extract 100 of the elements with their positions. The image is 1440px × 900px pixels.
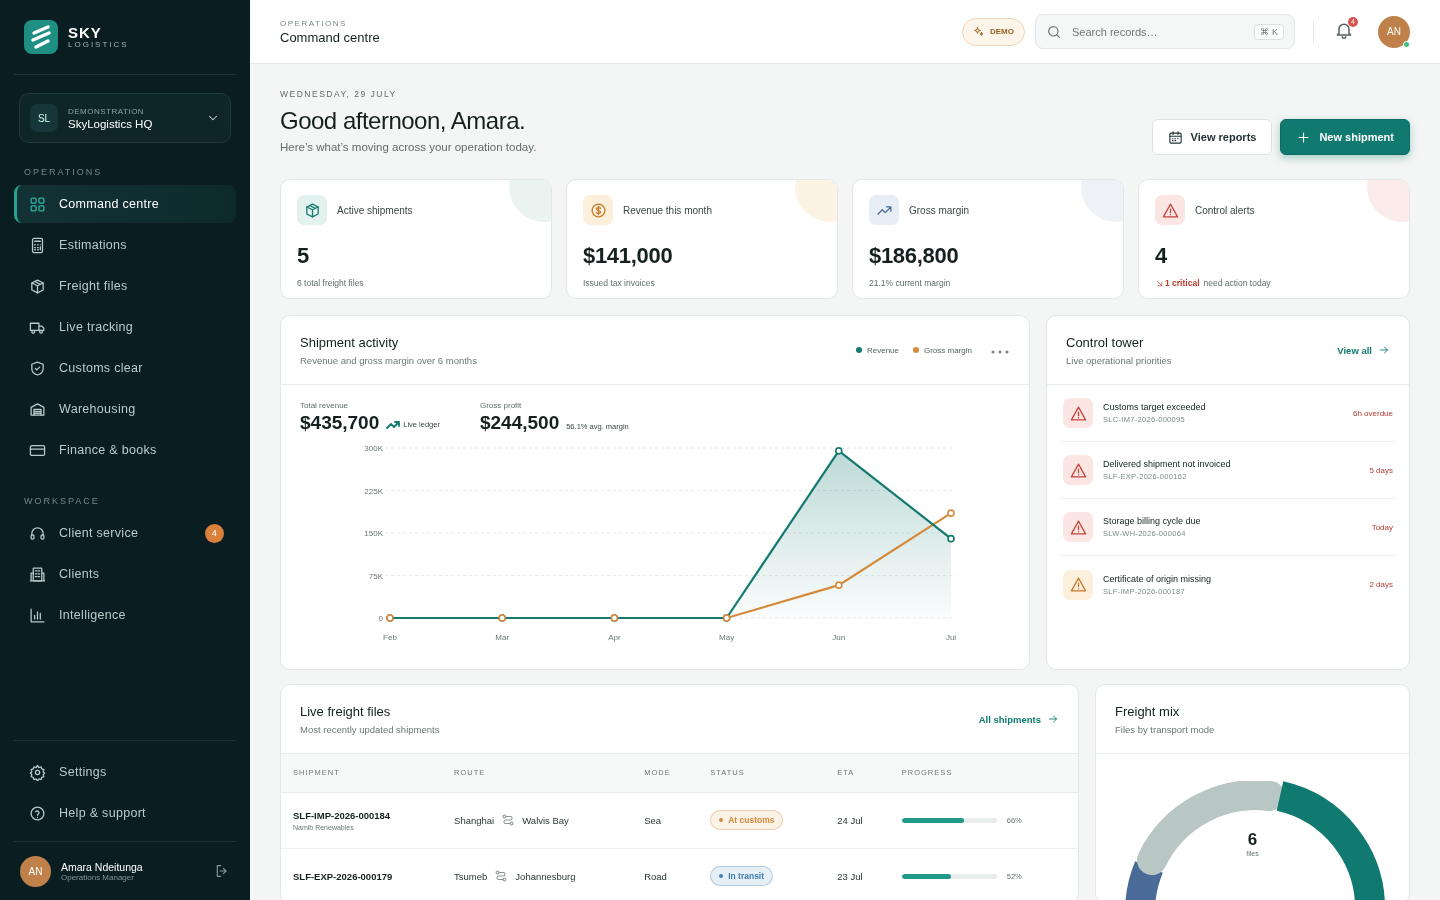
kpi-label: Active shipments [337, 204, 413, 216]
workspace-label: DEMONSTRATION [68, 106, 146, 116]
shield-check-icon [29, 359, 46, 377]
alert-title: Storage billing cycle due [1103, 516, 1202, 526]
kpi-label: Gross margin [909, 204, 969, 216]
nav-item[interactable]: Customs clear [14, 349, 236, 387]
axis-label: Jul [945, 633, 957, 642]
calendar-icon [1167, 129, 1183, 145]
alert-title: Delivered shipment not invoiced [1103, 459, 1232, 469]
help-icon [29, 804, 46, 822]
nav-item[interactable]: Settings [14, 753, 236, 791]
alert-title: Customs target exceeded [1103, 402, 1207, 412]
alert-due: 2 days [1369, 580, 1393, 589]
workspace-switcher[interactable]: SL DEMONSTRATION SkyLogistics HQ [19, 93, 231, 143]
stat-value: $435,700 [300, 412, 380, 434]
box-icon [303, 201, 321, 219]
arrow-right-icon [1378, 344, 1390, 356]
kpi-label: Control alerts [1195, 204, 1255, 216]
search-icon [1046, 23, 1062, 40]
kpi-note: need action today [1203, 278, 1271, 288]
card-subtitle: Most recently updated shipments [300, 723, 440, 735]
data-point [947, 534, 955, 543]
axis-label: Jun [832, 633, 846, 642]
card-subtitle: Revenue and gross margin over 6 months [300, 354, 477, 366]
more-icon [990, 349, 1010, 355]
status-pill: At customs [710, 810, 784, 830]
nav-item[interactable]: Client service 4 [14, 514, 236, 552]
card-subtitle: Live operational priorities [1066, 354, 1172, 366]
kpi-note: Issued tax invoices [583, 278, 655, 288]
building-icon [29, 565, 46, 583]
critical-count: 1 critical [1165, 278, 1200, 288]
alert-due: Today [1371, 522, 1393, 532]
table-cell: Road [632, 848, 699, 900]
new-shipment-button[interactable]: New shipment [1280, 119, 1410, 155]
view-all-link[interactable]: View all [1337, 344, 1390, 356]
nav-item[interactable]: Estimations [14, 226, 236, 264]
nav-item[interactable]: Warehousing [14, 390, 236, 428]
nav-item[interactable]: Clients [14, 555, 236, 593]
alert-due: 6h overdue [1352, 408, 1393, 418]
workspace-avatar: SL [30, 104, 58, 132]
arrow-down-right-icon [1155, 278, 1164, 288]
kpi-value: $141,000 [583, 243, 674, 269]
nav-item[interactable]: Command centre [14, 185, 236, 223]
alert-title: Certificate of origin missing [1103, 573, 1213, 584]
user-avatar: AN [20, 855, 51, 887]
trend-up-icon [386, 420, 401, 429]
user-role: Operations Manager [61, 872, 135, 882]
kpi-note: 21.1% current margin [869, 278, 951, 288]
greeting-subtitle: Here’s what’s moving across your operation today. [280, 141, 537, 153]
stat-label: Total revenue [300, 401, 350, 410]
kpi-note: 6 total freight files [297, 278, 364, 288]
axis-label: 225K [364, 486, 383, 496]
dollar-icon [589, 201, 607, 219]
kpi-value: $186,800 [869, 243, 960, 269]
axis-label: 300K [364, 444, 383, 453]
breadcrumb-section: OPERATIONS [280, 18, 952, 28]
shipment-id[interactable]: SLF-EXP-2026-000179 [293, 870, 431, 882]
nav-item[interactable]: Finance & books [14, 431, 236, 469]
axis-label: May [719, 633, 735, 642]
legend-item: Gross margin [913, 345, 972, 355]
route-destination: Walvis Bay [522, 814, 569, 826]
bar-chart-icon [29, 606, 46, 624]
brand-name: SKY [68, 25, 103, 40]
route-origin: Shanghai [454, 814, 495, 826]
calculator-icon [29, 236, 46, 254]
nav-item[interactable]: Help & support [14, 794, 236, 832]
settings-icon [29, 763, 46, 781]
section-heading: WORKSPACE [24, 496, 101, 506]
search-field[interactable]: Search records… ⌘ K [1035, 14, 1295, 49]
card-subtitle: Files by transport mode [1115, 723, 1215, 735]
data-point [835, 447, 843, 455]
donut-total: 6 [1247, 830, 1258, 850]
axis-label: Mar [495, 633, 510, 642]
grid-icon [29, 195, 46, 213]
nav-item[interactable]: Intelligence [14, 596, 236, 634]
count-badge: 4 [205, 523, 224, 543]
greeting-title: Good afternoon, Amara. [280, 107, 527, 135]
view-all-link[interactable]: All shipments [978, 713, 1059, 725]
card-title: Control tower [1066, 334, 1145, 350]
warning-icon [1069, 404, 1087, 422]
search-input[interactable]: Search records… [1070, 24, 1247, 39]
route-origin: Tsumeb [454, 870, 488, 882]
shipment-id[interactable]: SLF-IMP-2026-000184 [293, 809, 431, 821]
box-icon [29, 277, 46, 295]
plus-icon [1296, 129, 1312, 145]
view-reports-button[interactable]: View reports [1151, 119, 1273, 155]
brand-tagline: LOGISTICS [68, 40, 129, 49]
section-heading: OPERATIONS [24, 167, 104, 177]
card-title: Shipment activity [300, 334, 400, 350]
axis-label: Apr [608, 633, 621, 642]
nav-item[interactable]: Freight files [14, 267, 236, 305]
route-destination: Johannesburg [515, 870, 576, 882]
sparkle-icon [973, 25, 985, 38]
nav-item[interactable]: Live tracking [14, 308, 236, 346]
headphones-icon [29, 524, 46, 542]
axis-label: 150K [364, 529, 383, 538]
stat-label: Gross profit [479, 401, 523, 410]
status-pill: In transit [710, 866, 774, 886]
axis-label: 75K [368, 571, 383, 581]
warning-icon [1069, 461, 1087, 479]
